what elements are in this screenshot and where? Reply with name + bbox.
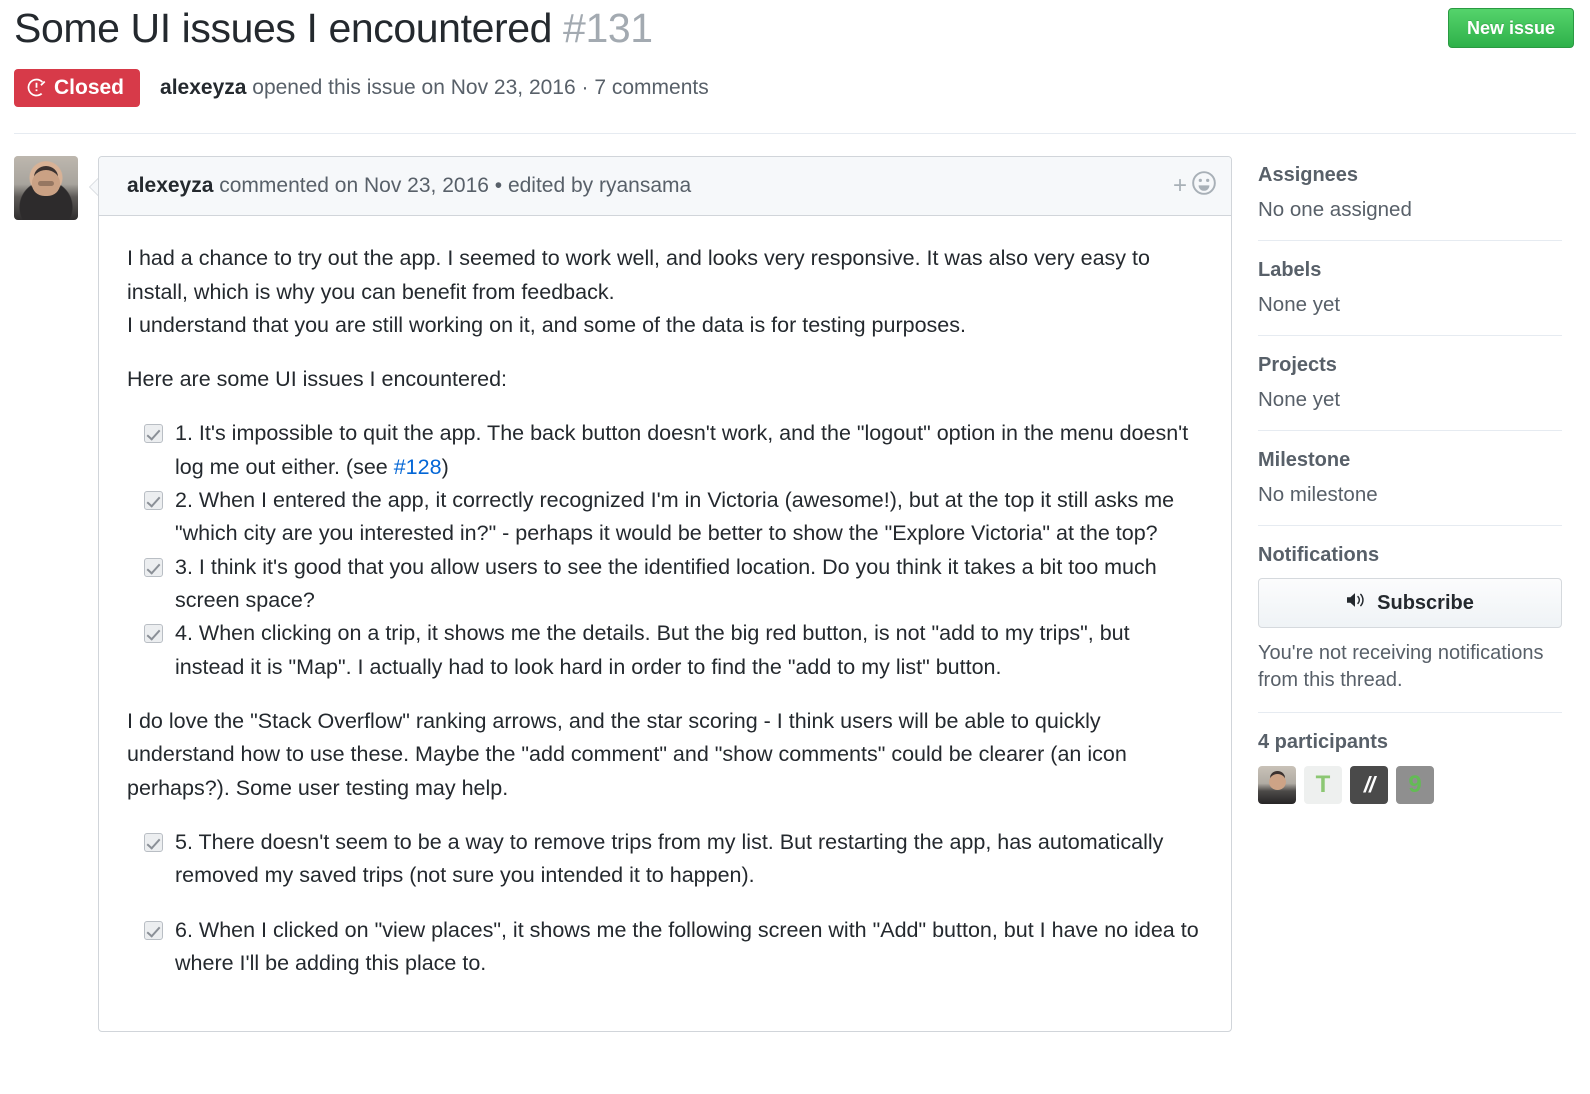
comment-header: alexeyza commented on Nov 23, 2016 • edi… — [99, 157, 1231, 217]
intro-line-1: I had a chance to try out the app. I see… — [127, 246, 1150, 304]
task-text: 4. When clicking on a trip, it shows me … — [175, 621, 1130, 679]
intro-line-2: I understand that you are still working … — [127, 312, 966, 337]
middle-paragraph: I do love the "Stack Overflow" ranking a… — [127, 708, 1127, 800]
list-item: 4. When clicking on a trip, it shows me … — [144, 617, 1203, 684]
task-checkbox[interactable] — [144, 832, 163, 852]
list-item: 2. When I entered the app, it correctly … — [144, 484, 1203, 551]
task-checkbox[interactable] — [144, 557, 163, 577]
add-reaction-plus[interactable]: + — [1173, 174, 1187, 198]
issue-meta-row: Closed alexeyza opened this issue on Nov… — [14, 69, 1576, 108]
labels-title: Labels — [1258, 259, 1322, 282]
issue-closed-icon — [27, 78, 46, 97]
speaker-icon — [1346, 591, 1368, 615]
list-item: 6. When I clicked on "view places", it s… — [144, 914, 1203, 981]
participant-avatar[interactable]: 9 — [1396, 766, 1434, 805]
comment-timestamp: commented on Nov 23, 2016 • edited by ry… — [213, 174, 692, 198]
avatar-image — [14, 156, 78, 221]
subscribe-label: Subscribe — [1377, 591, 1474, 614]
content-area: alexeyza commented on Nov 23, 2016 • edi… — [0, 134, 1590, 1033]
status-badge-label: Closed — [54, 76, 125, 100]
issue-reference-link[interactable]: #128 — [394, 455, 442, 479]
sidebar-section-projects[interactable]: Projects None yet — [1258, 335, 1562, 430]
participant-avatar[interactable]: T — [1304, 766, 1342, 805]
projects-title: Projects — [1258, 354, 1337, 377]
issue-meta-suffix: opened this issue on Nov 23, 2016 · 7 co… — [246, 76, 709, 100]
new-issue-button[interactable]: New issue — [1447, 8, 1574, 48]
comment-actions: + — [1173, 170, 1217, 202]
subscribe-button[interactable]: Subscribe — [1258, 578, 1562, 629]
comment-column: alexeyza commented on Nov 23, 2016 • edi… — [14, 156, 1232, 1033]
list-item: 5. There doesn't seem to be a way to rem… — [144, 826, 1203, 893]
list-item: 3. I think it's good that you allow user… — [144, 551, 1203, 618]
task-checkbox[interactable] — [144, 491, 163, 511]
task-checkbox[interactable] — [144, 920, 163, 940]
sidebar-section-notifications: Notifications Subscribe You're not recei… — [1258, 525, 1562, 712]
task-list-group-2: 5. There doesn't seem to be a way to rem… — [127, 826, 1203, 980]
issue-author[interactable]: alexeyza — [160, 76, 246, 99]
comment-wrapper: alexeyza commented on Nov 23, 2016 • edi… — [89, 156, 1232, 1033]
issue-title-text: Some UI issues I encountered — [14, 5, 553, 51]
issue-sidebar: Assignees No one assigned Labels None ye… — [1232, 156, 1562, 1032]
comment-box: alexeyza commented on Nov 23, 2016 • edi… — [98, 156, 1232, 1033]
issue-number: #131 — [563, 5, 653, 51]
header-divider — [14, 133, 1576, 135]
participant-avatar[interactable] — [1258, 766, 1296, 805]
comment-body: I had a chance to try out the app. I see… — [99, 216, 1231, 1031]
list-item: 1. It's impossible to quit the app. The … — [144, 417, 1203, 484]
intro-paragraph: I had a chance to try out the app. I see… — [127, 242, 1203, 342]
status-badge: Closed — [14, 69, 141, 108]
assignees-title: Assignees — [1258, 164, 1359, 187]
participants-list: T // 9 — [1258, 766, 1562, 805]
sidebar-section-participants: 4 participants T // 9 — [1258, 712, 1562, 822]
sidebar-section-labels[interactable]: Labels None yet — [1258, 240, 1562, 335]
issue-page: Some UI issues I encountered #131 New is… — [0, 0, 1590, 1094]
sidebar-section-assignees[interactable]: Assignees No one assigned — [1258, 164, 1562, 240]
participants-count: 4 participants — [1258, 731, 1389, 754]
lead-in-paragraph: Here are some UI issues I encountered: — [127, 367, 508, 392]
smiley-icon[interactable] — [1191, 170, 1217, 202]
issue-meta-text: alexeyza opened this issue on Nov 23, 20… — [160, 76, 709, 100]
task-text: 3. I think it's good that you allow user… — [175, 554, 1157, 612]
projects-value: None yet — [1258, 388, 1341, 412]
task-text: 6. When I clicked on "view places", it s… — [175, 917, 1199, 975]
labels-value: None yet — [1258, 293, 1341, 317]
task-text-before: 1. It's impossible to quit the app. The … — [175, 421, 1189, 479]
task-text: 5. There doesn't seem to be a way to rem… — [175, 829, 1164, 888]
task-text: 2. When I entered the app, it correctly … — [175, 488, 1175, 546]
issue-header: Some UI issues I encountered #131 New is… — [0, 0, 1590, 135]
assignees-value: No one assigned — [1258, 198, 1412, 222]
task-checkbox[interactable] — [144, 624, 163, 644]
task-checkbox[interactable] — [144, 424, 163, 444]
milestone-title: Milestone — [1258, 449, 1351, 472]
task-list-group-1: 1. It's impossible to quit the app. The … — [127, 417, 1203, 684]
notifications-title: Notifications — [1258, 544, 1380, 567]
task-text-after: ) — [441, 454, 449, 479]
participant-avatar[interactable]: // — [1350, 766, 1388, 805]
title-row: Some UI issues I encountered #131 — [14, 0, 1576, 53]
task-text: 1. It's impossible to quit the app. The … — [175, 417, 1203, 484]
notifications-note: You're not receiving notifications from … — [1258, 642, 1544, 692]
comment-header-text: alexeyza commented on Nov 23, 2016 • edi… — [127, 174, 691, 198]
avatar[interactable] — [14, 156, 78, 221]
milestone-value: No milestone — [1258, 483, 1378, 507]
page-title: Some UI issues I encountered #131 — [14, 4, 653, 53]
comment-author[interactable]: alexeyza — [127, 174, 213, 197]
sidebar-section-milestone[interactable]: Milestone No milestone — [1258, 430, 1562, 525]
